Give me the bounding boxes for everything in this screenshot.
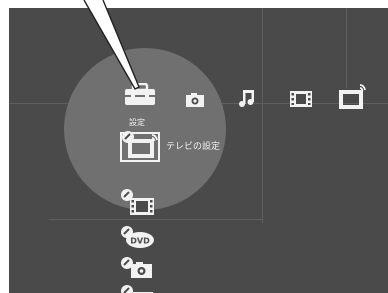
pointer-cone	[83, 0, 140, 90]
